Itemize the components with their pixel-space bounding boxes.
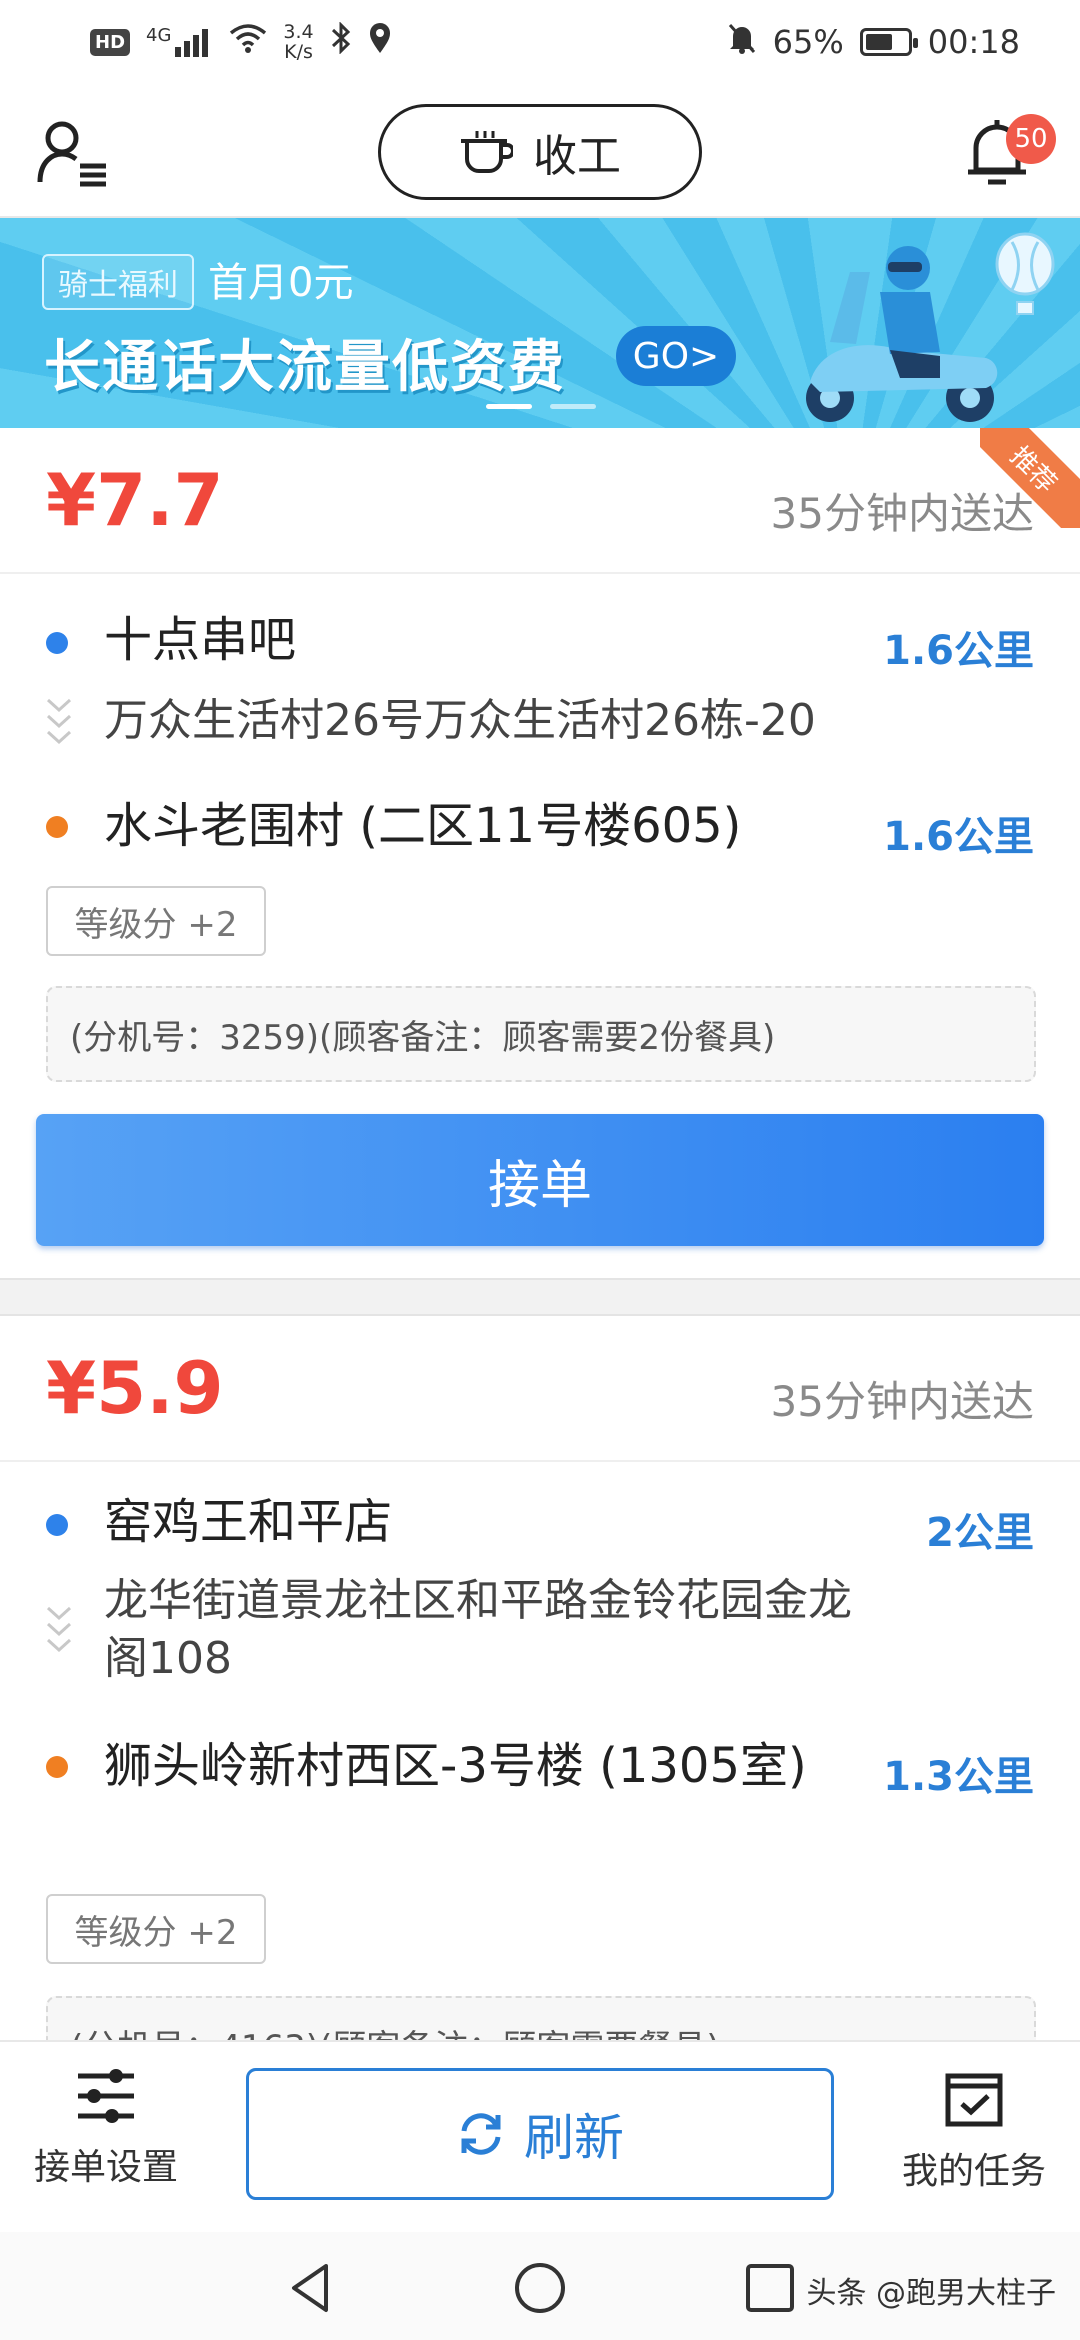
pickup-name: 窑鸡王和平店 [104, 1494, 393, 1550]
battery-percent: 65% [772, 23, 844, 61]
pickup-row: 十点串吧 1.6公里 [0, 608, 1080, 678]
banner-subtitle: 首月0元 [208, 260, 354, 306]
hd-badge: HD [90, 28, 131, 56]
location-icon [368, 22, 392, 62]
level-score-tag: 等级分 +2 [46, 1894, 266, 1964]
pickup-dot-icon [46, 632, 68, 654]
accept-order-button[interactable]: 接单 [36, 1114, 1044, 1246]
status-right: 65% 00:18 [727, 22, 1020, 62]
app-header: 收工 50 [0, 84, 1080, 218]
net-speed-unit: K/s [284, 41, 313, 63]
order-settings-label: 接单设置 [33, 2147, 178, 2188]
promo-banner[interactable]: 骑士福利 首月0元 长通话大流量低资费 GO> [0, 218, 1080, 428]
scooter-rider-illustration [806, 246, 998, 422]
pickup-address-row: 龙华街道景龙社区和平路金铃花园金龙阁108 [0, 1572, 1080, 1692]
banner-dot-2[interactable] [550, 404, 596, 409]
home-circle-icon[interactable] [510, 2258, 570, 2318]
pickup-address: 万众生活村26号万众生活村26栋-20 [104, 695, 816, 746]
order-card-header: ¥5.9 35分钟内送达 [0, 1316, 1080, 1462]
dropoff-row: 狮头岭新村西区-3号楼 (1305室) 1.3公里 [0, 1736, 1080, 1866]
watermark-text: 头条 @跑男大柱子 [806, 2276, 1056, 2311]
recents-square-icon[interactable] [740, 2258, 800, 2318]
chevron-down-icon [46, 698, 72, 745]
finish-work-label: 收工 [533, 131, 621, 182]
user-menu-icon[interactable] [36, 116, 108, 188]
pickup-row: 窑鸡王和平店 2公里 [0, 1492, 1080, 1562]
pickup-distance: 2公里 [926, 1510, 1034, 1556]
dropoff-dot-icon [46, 1756, 68, 1778]
order-note: (分机号：4163)(顾客备注：顾客需要餐具) [46, 1996, 1036, 2040]
battery-fill [865, 34, 892, 50]
dropoff-distance: 1.3公里 [883, 1754, 1034, 1800]
order-note: (分机号：3259)(顾客备注：顾客需要2份餐具) [46, 986, 1036, 1082]
network-type: 4G [146, 25, 172, 46]
pickup-address-row: 万众生活村26号万众生活村26栋-20 [0, 690, 1080, 754]
order-card-header: ¥7.7 35分钟内送达 推荐 [0, 428, 1080, 574]
card-divider [0, 1278, 1080, 1316]
finish-work-button[interactable]: 收工 [378, 104, 702, 200]
order-price: ¥7.7 [46, 458, 224, 542]
bluetooth-icon [330, 21, 352, 62]
banner-tag: 骑士福利 [42, 254, 194, 310]
system-nav-bar: 头条 @跑男大柱子 [0, 2232, 1080, 2340]
refresh-button[interactable]: 刷新 [246, 2068, 834, 2200]
dropoff-name: 狮头岭新村西区-3号楼 (1305室) [104, 1738, 807, 1794]
recommend-badge: 推荐 [980, 428, 1080, 528]
banner-pager [486, 404, 596, 409]
status-bar: HD 4G 3.4 K/s 65% 00:18 [0, 0, 1080, 84]
pickup-name: 十点串吧 [104, 612, 297, 668]
task-checklist-icon [945, 2073, 1003, 2127]
my-tasks-button[interactable]: 我的任务 [874, 2068, 1074, 2194]
hot-air-balloon-illustration [995, 232, 1055, 315]
bottom-action-bar: 接单设置 刷新 我的任务 [0, 2040, 1080, 2232]
refresh-label: 刷新 [524, 2109, 624, 2167]
level-score-tag: 等级分 +2 [46, 886, 266, 956]
order-settings-button[interactable]: 接单设置 [6, 2068, 206, 2190]
pickup-dot-icon [46, 1514, 68, 1536]
dropoff-name: 水斗老围村 (二区11号楼605) [104, 798, 742, 854]
banner-title: 长通话大流量低资费 [44, 335, 566, 400]
notification-count-badge: 50 [1006, 114, 1056, 164]
status-left: HD 4G 3.4 K/s [90, 21, 392, 62]
cup-icon [461, 131, 513, 173]
dropoff-distance: 1.6公里 [883, 814, 1034, 860]
net-speed: 3.4 K/s [283, 22, 313, 62]
net-speed-value: 3.4 [283, 21, 314, 43]
wifi-icon [229, 23, 267, 61]
order-price: ¥5.9 [46, 1346, 224, 1430]
sliders-icon [78, 2069, 134, 2123]
battery-icon [859, 28, 918, 56]
dropoff-row: 水斗老围村 (二区11号楼605) 1.6公里 [0, 796, 1080, 866]
my-tasks-label: 我的任务 [901, 2151, 1046, 2192]
mute-bell-icon [727, 22, 757, 62]
order-eta: 35分钟内送达 [770, 1377, 1034, 1426]
banner-go-button[interactable]: GO> [616, 326, 736, 386]
order-card: ¥7.7 35分钟内送达 推荐 十点串吧 1.6公里 万众生活村26号万众生活村… [0, 428, 1080, 1278]
recommend-corner: 推荐 [980, 428, 1080, 528]
dropoff-dot-icon [46, 816, 68, 838]
clock: 00:18 [927, 23, 1020, 61]
pickup-distance: 1.6公里 [883, 628, 1034, 674]
chevron-down-icon [46, 1606, 72, 1653]
banner-dot-1[interactable] [486, 404, 532, 409]
pickup-address: 龙华街道景龙社区和平路金铃花园金龙阁108 [104, 1575, 852, 1684]
back-triangle-icon[interactable] [280, 2258, 340, 2318]
refresh-icon [461, 2113, 501, 2155]
order-card: ¥5.9 35分钟内送达 窑鸡王和平店 2公里 龙华街道景龙社区和平路金铃花园金… [0, 1316, 1080, 2040]
signal-icon: 4G [146, 27, 213, 57]
